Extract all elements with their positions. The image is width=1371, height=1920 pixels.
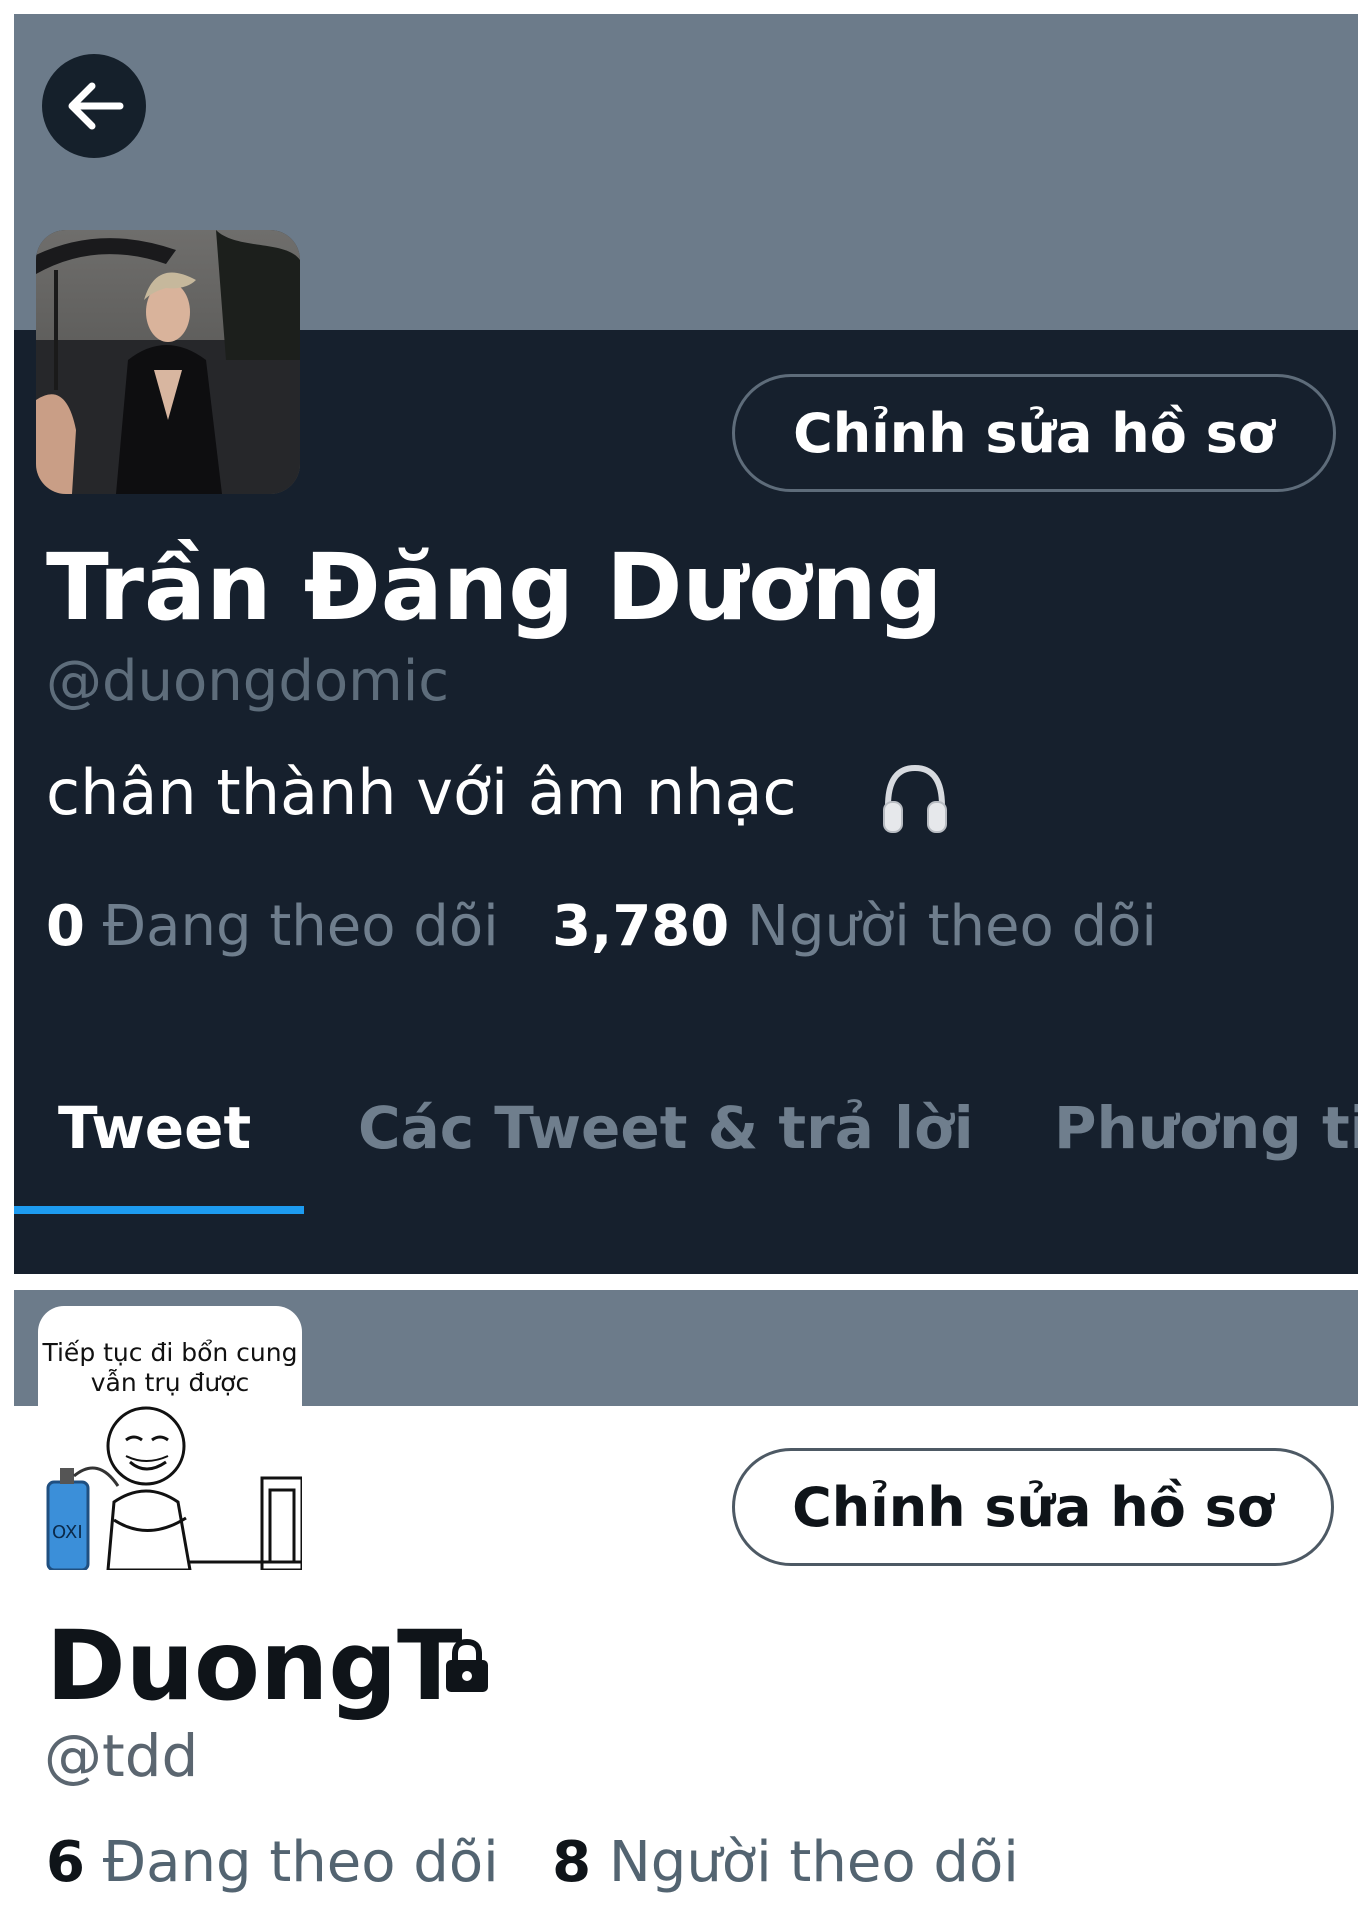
lock-icon — [446, 1638, 488, 1692]
avatar-photo — [36, 230, 300, 494]
following-count: 0 — [46, 894, 85, 959]
following-link[interactable]: 6 Đang theo dõi — [46, 1830, 516, 1895]
tab-tweets-and-replies[interactable]: Các Tweet & trả lời — [358, 1094, 974, 1162]
profile-stats: 6 Đang theo dõi 8 Người theo dõi — [46, 1830, 1019, 1895]
following-link[interactable]: 0 Đang theo dõi — [46, 894, 516, 959]
followers-link[interactable]: 8 Người theo dõi — [552, 1830, 1019, 1895]
profile-name: Trần Đăng Dương — [46, 534, 943, 641]
profile-tabs: Tweet Các Tweet & trả lời Phương ti — [14, 1094, 1358, 1224]
edit-profile-button[interactable]: Chỉnh sửa hồ sơ — [732, 374, 1336, 492]
tab-tweets[interactable]: Tweet — [58, 1094, 251, 1162]
headphones-icon — [883, 764, 947, 833]
active-tab-indicator — [14, 1206, 304, 1214]
back-button[interactable] — [42, 54, 146, 158]
followers-label: Người theo dõi — [747, 894, 1157, 959]
profile-handle: @duongdomic — [46, 649, 450, 714]
profile-name: DuongT — [46, 1610, 463, 1722]
following-label: Đang theo dõi — [102, 894, 499, 959]
edit-profile-button[interactable]: Chỉnh sửa hồ sơ — [732, 1448, 1334, 1566]
profile-stats: 0 Đang theo dõi 3,780 Người theo dõi — [46, 894, 1157, 959]
dark-profile-panel: Chỉnh sửa hồ sơ Trần Đăng Dương @duongdo… — [14, 14, 1358, 1274]
followers-count: 8 — [552, 1830, 592, 1895]
followers-count: 3,780 — [552, 894, 730, 959]
avatar[interactable]: Tiếp tục đi bổn cung vẫn trụ được OXI — [38, 1306, 302, 1570]
following-label: Đang theo dõi — [102, 1830, 499, 1895]
arrow-left-icon — [68, 82, 124, 130]
meme-drawing: OXI — [46, 1406, 302, 1570]
profile-bio: chân thành với âm nhạc — [46, 756, 797, 829]
profile-handle: @tdd — [44, 1722, 199, 1790]
following-count: 6 — [46, 1830, 85, 1895]
followers-link[interactable]: 3,780 Người theo dõi — [552, 894, 1157, 959]
tab-media[interactable]: Phương ti — [1054, 1094, 1358, 1162]
followers-label: Người theo dõi — [608, 1830, 1019, 1895]
avatar[interactable] — [36, 230, 300, 494]
oxi-label: OXI — [52, 1522, 83, 1543]
